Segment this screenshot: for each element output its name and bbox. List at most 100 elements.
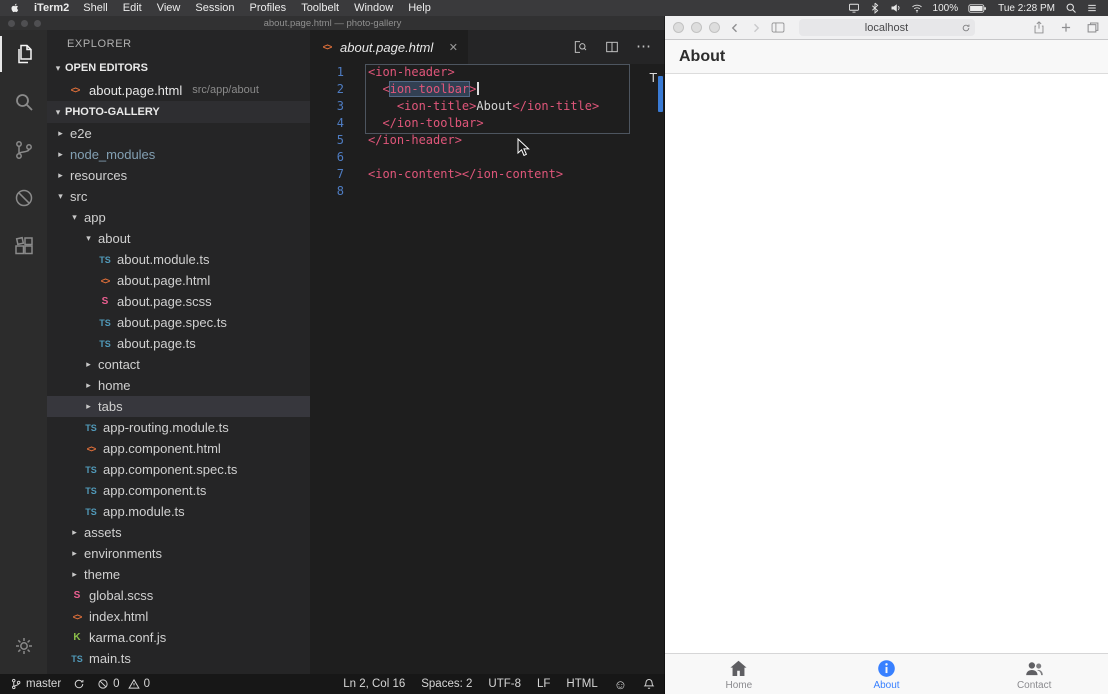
tree-item-about.page.html[interactable]: <>about.page.html xyxy=(47,270,310,291)
menu-window[interactable]: Window xyxy=(354,2,393,14)
feedback-smiley-icon[interactable]: ☺ xyxy=(614,677,627,692)
html-file-icon: <> xyxy=(320,42,334,52)
extensions-icon[interactable] xyxy=(0,222,47,270)
menu-session[interactable]: Session xyxy=(195,2,234,14)
address-bar[interactable]: localhost xyxy=(799,19,975,36)
code-line-5[interactable]: 5</ion-header> xyxy=(310,132,665,149)
volume-icon[interactable] xyxy=(890,2,902,14)
code-line-1[interactable]: 1<ion-header> xyxy=(310,64,665,81)
menu-toolbelt[interactable]: Toolbelt xyxy=(301,2,339,14)
tree-item-global.scss[interactable]: Sglobal.scss xyxy=(47,585,310,606)
tree-item-about.page.ts[interactable]: TSabout.page.ts xyxy=(47,333,310,354)
tree-item-index.html[interactable]: <>index.html xyxy=(47,606,310,627)
cursor-position-indicator[interactable]: Ln 2, Col 16 xyxy=(343,678,405,690)
tree-item-resources[interactable]: ▸resources xyxy=(47,165,310,186)
tree-item-src[interactable]: ▾src xyxy=(47,186,310,207)
close-tab-icon[interactable]: ✕ xyxy=(449,41,458,54)
tree-item-main.ts[interactable]: TSmain.ts xyxy=(47,648,310,669)
files-icon[interactable] xyxy=(0,30,47,78)
problems-indicator[interactable]: 0 0 xyxy=(97,678,150,690)
more-actions-icon[interactable]: ⋯ xyxy=(636,39,651,55)
notification-center-icon[interactable] xyxy=(1086,2,1098,14)
bluetooth-icon[interactable] xyxy=(869,2,881,14)
code-line-7[interactable]: 7<ion-content></ion-content> xyxy=(310,166,665,183)
debug-icon[interactable] xyxy=(0,174,47,222)
tree-item-app.component.spec.ts[interactable]: TSapp.component.spec.ts xyxy=(47,459,310,480)
search-icon[interactable] xyxy=(0,78,47,126)
share-icon[interactable] xyxy=(1032,21,1046,34)
spotlight-icon[interactable] xyxy=(1065,2,1077,14)
menu-shell[interactable]: Shell xyxy=(83,2,107,14)
tree-item-theme[interactable]: ▸theme xyxy=(47,564,310,585)
refresh-icon[interactable] xyxy=(961,23,971,33)
sidebar-toggle-icon[interactable] xyxy=(771,21,785,34)
encoding-indicator[interactable]: UTF-8 xyxy=(488,678,521,690)
tree-item-label: about.page.ts xyxy=(117,336,196,351)
back-button[interactable] xyxy=(729,22,741,34)
menu-edit[interactable]: Edit xyxy=(123,2,142,14)
display-icon[interactable] xyxy=(848,2,860,14)
eol-indicator[interactable]: LF xyxy=(537,678,550,690)
tree-item-app-routing.module.ts[interactable]: TSapp-routing.module.ts xyxy=(47,417,310,438)
tree-item-about.module.ts[interactable]: TSabout.module.ts xyxy=(47,249,310,270)
window-traffic-lights[interactable] xyxy=(8,20,41,27)
html-file-icon: <> xyxy=(69,612,85,622)
minimap-slider[interactable] xyxy=(658,76,663,112)
tree-item-app[interactable]: ▾app xyxy=(47,207,310,228)
tree-item-label: karma.conf.js xyxy=(89,630,166,645)
editor-tab-about-page-html[interactable]: <> about.page.html ✕ xyxy=(310,30,468,64)
tree-item-app.module.ts[interactable]: TSapp.module.ts xyxy=(47,501,310,522)
app-tab-contact[interactable]: Contact xyxy=(960,654,1108,694)
open-preview-icon[interactable] xyxy=(572,39,588,55)
open-editor-file-path: src/app/about xyxy=(192,84,259,96)
tree-item-node_modules[interactable]: ▸node_modules xyxy=(47,144,310,165)
window-traffic-lights[interactable] xyxy=(673,22,720,33)
tree-item-karma.conf.js[interactable]: Kkarma.conf.js xyxy=(47,627,310,648)
tree-item-assets[interactable]: ▸assets xyxy=(47,522,310,543)
code-line-6[interactable]: 6 xyxy=(310,149,665,166)
code-line-2[interactable]: 2 <ion-toolbar> xyxy=(310,81,665,98)
tree-item-contact[interactable]: ▸contact xyxy=(47,354,310,375)
code-editor[interactable]: 1<ion-header>2 <ion-toolbar>3 <ion-title… xyxy=(310,64,665,674)
apple-menu-icon[interactable] xyxy=(10,2,20,14)
sync-icon[interactable] xyxy=(73,678,85,690)
tree-item-app.component.ts[interactable]: TSapp.component.ts xyxy=(47,480,310,501)
source-control-icon[interactable] xyxy=(0,126,47,174)
code-line-4[interactable]: 4 </ion-toolbar> xyxy=(310,115,665,132)
notifications-bell-icon[interactable] xyxy=(643,678,655,690)
tree-item-about.page.scss[interactable]: Sabout.page.scss xyxy=(47,291,310,312)
open-editors-section-header[interactable]: ▾ OPEN EDITORS xyxy=(47,57,310,79)
menubar-clock[interactable]: Tue 2:28 PM xyxy=(998,3,1055,14)
tree-item-e2e[interactable]: ▸e2e xyxy=(47,123,310,144)
gear-icon[interactable] xyxy=(0,622,47,670)
tree-item-tabs[interactable]: ▸tabs xyxy=(47,396,310,417)
split-editor-icon[interactable] xyxy=(604,39,620,55)
language-mode-indicator[interactable]: HTML xyxy=(566,678,597,690)
tab-overview-icon[interactable] xyxy=(1086,21,1100,34)
menu-view[interactable]: View xyxy=(157,2,181,14)
new-tab-icon[interactable] xyxy=(1059,21,1073,34)
line-content: <ion-content></ion-content> xyxy=(358,166,563,183)
app-tab-home[interactable]: Home xyxy=(665,654,813,694)
menubar-app-name[interactable]: iTerm2 xyxy=(34,2,69,14)
wifi-icon[interactable] xyxy=(911,2,923,14)
tree-item-app.component.html[interactable]: <>app.component.html xyxy=(47,438,310,459)
tree-item-home[interactable]: ▸home xyxy=(47,375,310,396)
tree-item-label: node_modules xyxy=(70,147,155,162)
tree-item-about[interactable]: ▾about xyxy=(47,228,310,249)
code-line-8[interactable]: 8 xyxy=(310,183,665,200)
code-line-3[interactable]: 3 <ion-title>About</ion-title> xyxy=(310,98,665,115)
line-content: <ion-title>About</ion-title> xyxy=(358,98,599,115)
forward-button[interactable] xyxy=(750,22,762,34)
git-branch-indicator[interactable]: master xyxy=(10,678,61,690)
project-section-header[interactable]: ▾ PHOTO-GALLERY xyxy=(47,101,310,123)
line-content xyxy=(358,149,368,166)
app-tab-about[interactable]: About xyxy=(813,654,961,694)
indentation-indicator[interactable]: Spaces: 2 xyxy=(421,678,472,690)
vscode-title-bar[interactable]: about.page.html — photo-gallery xyxy=(0,16,665,30)
tree-item-about.page.spec.ts[interactable]: TSabout.page.spec.ts xyxy=(47,312,310,333)
menu-profiles[interactable]: Profiles xyxy=(250,2,287,14)
tree-item-environments[interactable]: ▸environments xyxy=(47,543,310,564)
open-editor-item[interactable]: <>about.page.htmlsrc/app/about xyxy=(47,79,310,101)
menu-help[interactable]: Help xyxy=(408,2,431,14)
